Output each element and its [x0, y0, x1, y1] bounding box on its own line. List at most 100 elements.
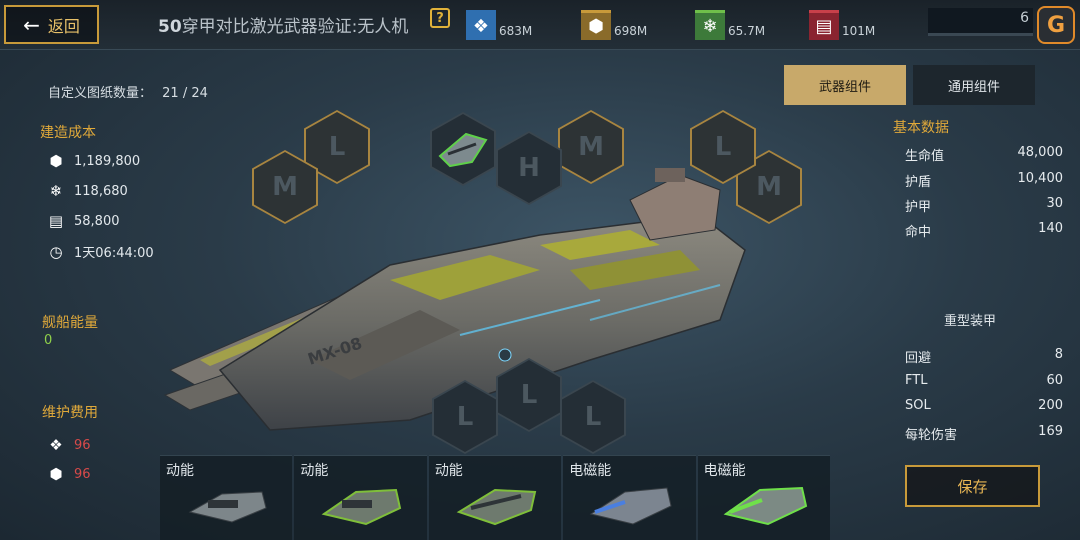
stat-value: 48,000: [1017, 145, 1064, 160]
upkeep-ore: ⬢ 96: [46, 465, 91, 483]
slot-size-label: L: [456, 402, 474, 432]
weapon-slot-bar: 动能 动能 动能 电磁能 电磁能: [160, 455, 831, 540]
slot-size-label: L: [714, 132, 732, 162]
tab-weapon-components[interactable]: 武器组件: [784, 65, 906, 105]
resource-crystal-cluster[interactable]: ❄ 65.7M: [695, 0, 765, 40]
help-icon[interactable]: ?: [430, 8, 450, 28]
metal-ingot-icon: ▤: [809, 10, 839, 40]
stat-value: 60: [1046, 373, 1063, 388]
stat-value: 10,400: [1017, 171, 1064, 186]
upkeep-crystal: ❖ 96: [46, 436, 91, 454]
resource-metal[interactable]: ▤ 101M: [809, 0, 875, 40]
slot-size-label: L: [520, 380, 538, 410]
weapon-category: 动能: [300, 463, 329, 479]
cost-value: 58,800: [74, 213, 120, 229]
cost-value: 118,680: [74, 183, 128, 199]
weapon-card[interactable]: 动能: [428, 455, 562, 540]
stat-label: 护盾: [905, 175, 932, 190]
stat-row-hp: 生命值 48,000: [905, 145, 1063, 164]
stat-label: 命中: [905, 225, 932, 240]
resource-value: 683M: [499, 24, 533, 38]
command-box: 6: [928, 8, 1033, 36]
weapon-card[interactable]: 动能: [160, 455, 293, 540]
energy-title: 舰船能量: [42, 315, 98, 331]
ship-level: 50: [158, 17, 182, 37]
blueprint-count: 21 / 24: [162, 86, 208, 101]
slot-size-label: M: [272, 172, 298, 202]
stat-row-evasion: 回避 8: [905, 347, 1063, 366]
weapon-category: 动能: [166, 463, 194, 479]
weapon-category: 电磁能: [569, 463, 612, 479]
cost-value: 1,189,800: [74, 153, 141, 169]
blueprint-count-row: 自定义图纸数量： 21 / 24: [48, 82, 208, 101]
stat-row-damage: 每轮伤害 169: [905, 424, 1063, 443]
stat-label: FTL: [905, 373, 928, 388]
resource-value: 65.7M: [728, 24, 766, 38]
crystal-icon: ❄: [49, 182, 63, 200]
back-arrow-icon: ←: [23, 12, 40, 37]
cost-time: ◷ 1天06:44:00: [46, 242, 154, 262]
upkeep-title: 维护费用: [42, 405, 98, 421]
metal-icon: ▤: [48, 212, 64, 230]
drone-weapon-icon: [438, 132, 488, 168]
upkeep-value: 96: [74, 437, 91, 453]
resource-value: 101M: [842, 24, 876, 38]
command-value: 6: [1020, 10, 1029, 26]
build-cost-title: 建造成本: [40, 125, 96, 141]
blueprint-name: 穿甲对比激光武器验证:无人机: [181, 17, 409, 37]
tab-general-components[interactable]: 通用组件: [913, 65, 1035, 105]
clock-icon: ◷: [49, 242, 63, 261]
resource-ore[interactable]: ⬢ 698M: [581, 0, 647, 40]
slot-size-label: L: [328, 132, 346, 162]
stat-row-sol: SOL 200: [905, 398, 1063, 413]
blueprint-label: 自定义图纸数量：: [48, 86, 153, 101]
stat-row-armor: 护甲 30: [905, 196, 1063, 215]
stat-label: 每轮伤害: [905, 428, 958, 443]
stat-value: 140: [1038, 221, 1063, 236]
cost-metal: ▤ 58,800: [46, 212, 120, 230]
stat-row-ftl: FTL 60: [905, 373, 1063, 388]
crystal-shard-icon: ❖: [49, 436, 63, 454]
ore-icon: ⬢: [49, 465, 63, 483]
stat-value: 169: [1038, 424, 1063, 439]
resource-value: 698M: [614, 24, 648, 38]
stat-row-accuracy: 命中 140: [905, 221, 1063, 240]
g-menu-icon[interactable]: G: [1037, 6, 1075, 44]
stat-label: 生命值: [905, 149, 945, 164]
kinetic-cannon-icon: [321, 488, 402, 526]
weapon-card[interactable]: 动能: [294, 455, 427, 540]
electromagnetic-weapon-icon: [723, 486, 807, 526]
stat-value: 8: [1054, 347, 1063, 362]
crystal-shard-icon: ❖: [466, 10, 496, 40]
weapon-card[interactable]: 电磁能: [563, 455, 696, 540]
weapon-category: 动能: [434, 463, 463, 479]
cost-ore: ⬢ 1,189,800: [46, 152, 140, 170]
stat-value: 200: [1038, 398, 1063, 413]
armor-type: 重型装甲: [943, 314, 996, 329]
resource-crystal-shard[interactable]: ❖ 683M: [466, 0, 532, 40]
crystal-cluster-icon: ❄: [695, 10, 725, 40]
back-label: 返回: [47, 16, 80, 36]
kinetic-cannon-icon: [456, 488, 537, 526]
stat-row-shield: 护盾 10,400: [905, 171, 1063, 190]
energy-value: 0: [44, 333, 53, 348]
page-title: 50穿甲对比激光武器验证:无人机: [158, 12, 408, 37]
weapon-card[interactable]: 电磁能: [697, 455, 831, 540]
electromagnetic-weapon-icon: [589, 487, 672, 525]
stat-label: SOL: [905, 398, 931, 413]
weapon-category: 电磁能: [703, 463, 746, 479]
upkeep-value: 96: [74, 466, 91, 482]
ore-icon: ⬢: [49, 152, 63, 170]
stat-value: 30: [1046, 196, 1063, 211]
ore-icon: ⬢: [581, 10, 611, 40]
slot-size-label: H: [518, 153, 540, 183]
slot-size-label: M: [756, 172, 782, 202]
stat-label: 回避: [905, 351, 932, 366]
back-button[interactable]: ← 返回: [4, 5, 99, 44]
kinetic-cannon-icon: [188, 491, 267, 523]
cost-value: 1天06:44:00: [74, 246, 154, 261]
stat-label: 护甲: [905, 200, 932, 215]
slot-size-label: L: [584, 402, 602, 432]
save-button[interactable]: 保存: [905, 465, 1040, 507]
basic-data-title: 基本数据: [893, 120, 949, 136]
